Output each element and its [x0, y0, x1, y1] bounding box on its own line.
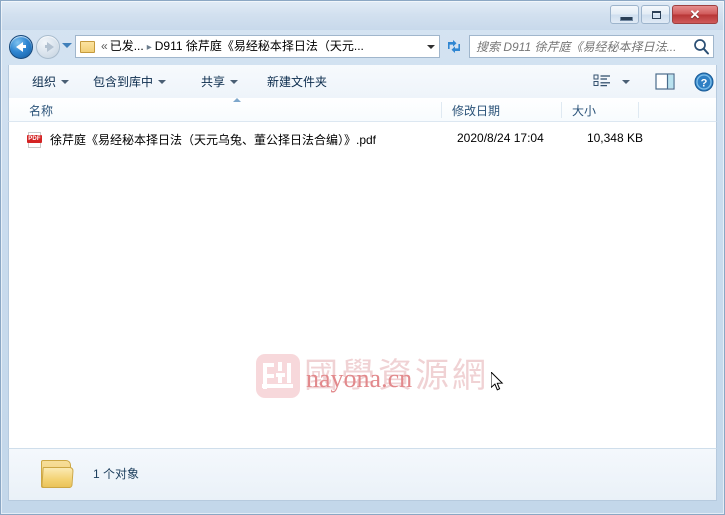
file-size: 10,348 KB: [586, 131, 643, 145]
column-header-date-modified[interactable]: 修改日期: [452, 102, 500, 119]
folder-icon: [39, 458, 77, 491]
include-in-library-label: 包含到库中: [93, 75, 154, 89]
sort-ascending-icon: [233, 98, 241, 102]
column-header-size[interactable]: 大小: [572, 102, 596, 119]
address-bar[interactable]: «已发... ▸ D911 徐芹庭《易经秘本择日法（天元...: [75, 35, 440, 58]
list-view-icon: [593, 74, 610, 86]
breadcrumb-item-2[interactable]: D911 徐芹庭《易经秘本择日法（天元...: [155, 39, 364, 53]
watermark-cjk-text: 國學資源網: [304, 356, 489, 396]
arrow-left-stem-icon: [22, 45, 26, 48]
preview-pane-button[interactable]: [654, 70, 676, 93]
breadcrumb-separator-icon[interactable]: ▸: [144, 42, 155, 53]
chevron-down-icon: [230, 79, 239, 84]
include-in-library-button[interactable]: 包含到库中: [88, 71, 171, 92]
back-button[interactable]: [9, 35, 33, 59]
folder-icon: [80, 40, 95, 53]
file-name: 徐芹庭《易经秘本择日法（天元乌兔、董公择日法合编）》.pdf: [50, 133, 377, 147]
minimize-icon: [620, 17, 633, 21]
pdf-badge-label: PDF: [27, 135, 42, 143]
status-bar: 1 个对象: [8, 448, 717, 501]
close-icon: ✕: [689, 7, 701, 22]
change-view-button[interactable]: [592, 70, 630, 93]
file-list[interactable]: PDF 徐芹庭《易经秘本择日法（天元乌兔、董公择日法合编）》.pdf 2020/…: [8, 122, 717, 448]
breadcrumb-item-1[interactable]: 已发...: [110, 39, 144, 53]
maximize-button[interactable]: [641, 5, 670, 24]
chevron-down-icon: [61, 79, 70, 84]
column-header-row: 名称 修改日期 大小: [8, 98, 717, 122]
column-divider[interactable]: [638, 102, 639, 118]
command-toolbar: 组织 包含到库中 共享 新建文件夹 ?: [8, 65, 717, 98]
svg-text:?: ?: [701, 77, 708, 89]
site-watermark: 國學資源網 nayona.cn: [256, 350, 501, 406]
chevron-down-icon: [622, 79, 630, 84]
search-box[interactable]: 搜索 D911 徐芹庭《易经秘本择日法...: [469, 35, 714, 58]
arrow-right-stem-icon: [45, 45, 49, 48]
refresh-icon: [448, 40, 460, 53]
table-row[interactable]: PDF 徐芹庭《易经秘本择日法（天元乌兔、董公择日法合编）》.pdf 2020/…: [9, 129, 716, 151]
help-icon: ?: [694, 72, 714, 91]
column-divider[interactable]: [561, 102, 562, 118]
item-count-label: 1 个对象: [93, 467, 140, 481]
file-date-modified: 2020/8/24 17:04: [457, 131, 544, 145]
new-folder-label: 新建文件夹: [267, 75, 328, 89]
breadcrumb-overflow-chevron[interactable]: «: [99, 39, 110, 53]
close-button[interactable]: ✕: [672, 5, 718, 24]
breadcrumb: «已发... ▸ D911 徐芹庭《易经秘本择日法（天元...: [99, 36, 422, 58]
search-icon: [691, 36, 713, 57]
search-input[interactable]: 搜索 D911 徐芹庭《易经秘本择日法...: [470, 38, 691, 55]
share-label: 共享: [201, 75, 226, 89]
chevron-down-icon: [158, 79, 167, 84]
title-bar: ✕: [0, 0, 725, 30]
help-button[interactable]: ?: [693, 70, 715, 93]
explorer-window: ✕ «已发... ▸ D911 徐芹庭《易经秘本择日法（天元... 搜索 D91…: [0, 0, 725, 515]
minimize-button[interactable]: [610, 5, 639, 24]
refresh-button[interactable]: [444, 36, 464, 57]
organize-label: 组织: [32, 75, 57, 89]
preview-pane-icon: [655, 73, 675, 90]
recent-locations-button[interactable]: [62, 43, 72, 48]
site-logo-icon: [256, 354, 300, 398]
column-header-name[interactable]: 名称: [29, 102, 53, 119]
new-folder-button[interactable]: 新建文件夹: [262, 71, 332, 92]
address-dropdown-button[interactable]: [422, 36, 439, 57]
pdf-file-icon: PDF: [27, 132, 43, 149]
share-button[interactable]: 共享: [196, 71, 243, 92]
maximize-icon: [652, 11, 661, 19]
navigation-bar: «已发... ▸ D911 徐芹庭《易经秘本择日法（天元... 搜索 D911 徐芹…: [0, 30, 725, 65]
forward-button[interactable]: [36, 35, 60, 59]
window-controls: ✕: [610, 5, 718, 24]
organize-button[interactable]: 组织: [27, 71, 74, 92]
column-divider[interactable]: [441, 102, 442, 118]
watermark-domain-text: nayona.cn: [306, 364, 413, 393]
